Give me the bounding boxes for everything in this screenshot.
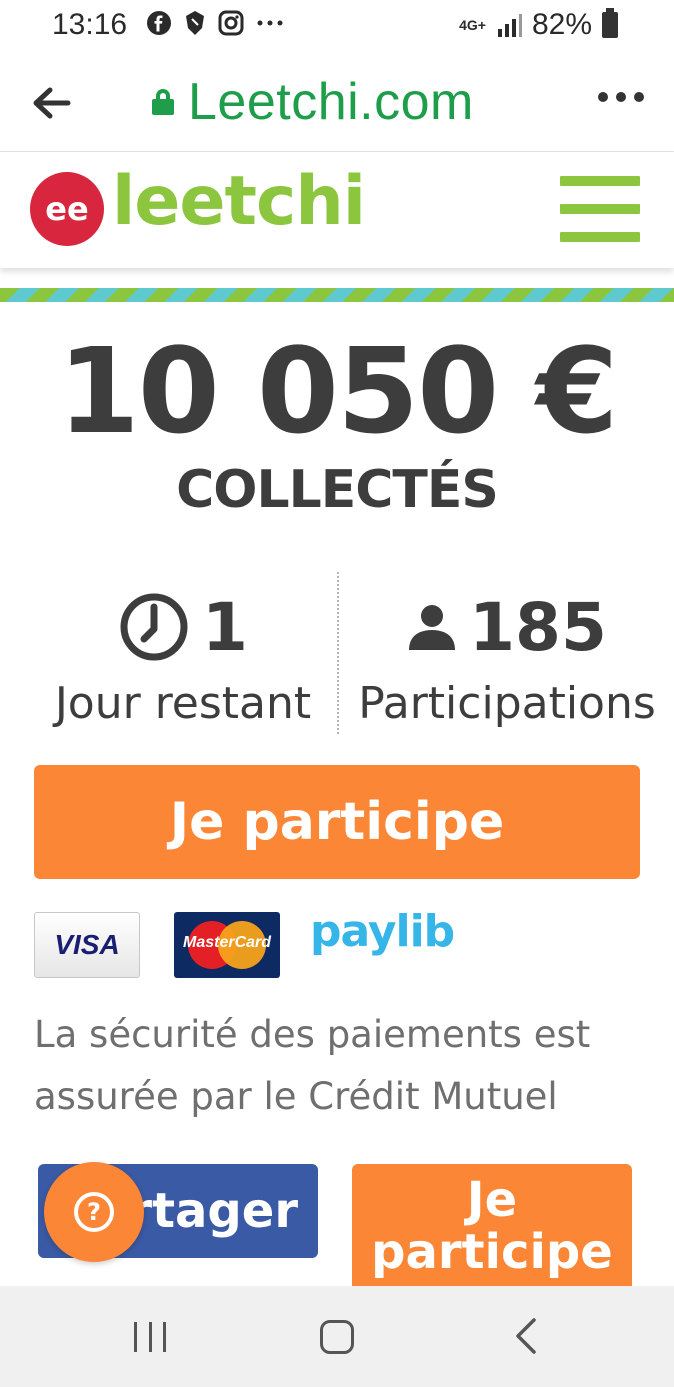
- shield-app-icon: [186, 11, 204, 35]
- dot-icon: [616, 92, 626, 102]
- leetchi-logo-text[interactable]: leetchi: [112, 162, 366, 241]
- participants-label: Participations: [358, 678, 656, 729]
- visa-logo: VISA: [34, 912, 140, 978]
- clock-icon: [120, 593, 188, 661]
- participants-value: 185: [469, 588, 607, 666]
- browser-toolbar: Leetchi.com: [0, 54, 674, 152]
- help-button[interactable]: ?: [44, 1162, 144, 1262]
- days-remaining-stat: 1 Jour restant: [30, 582, 336, 730]
- status-time: 13:16: [52, 8, 128, 41]
- dot-icon: [598, 92, 608, 102]
- instagram-icon: [218, 10, 244, 36]
- address-bar[interactable]: Leetchi.com: [152, 72, 474, 132]
- mastercard-text: MasterCard: [182, 934, 272, 951]
- status-bar: 13:16 4G+ 82%: [0, 0, 674, 54]
- system-navigation-bar: [0, 1286, 674, 1387]
- dot-icon: [634, 92, 644, 102]
- site-header: ee leetchi: [0, 152, 674, 268]
- logo-mark-text: ee: [45, 190, 89, 228]
- signal-icon: [497, 14, 522, 37]
- recent-apps-icon[interactable]: [134, 1322, 166, 1352]
- status-right: 4G+ 82%: [459, 8, 618, 42]
- browser-menu-button[interactable]: [598, 92, 644, 102]
- collected-amount: 10 050 €: [57, 322, 619, 460]
- notification-icons: [146, 10, 284, 36]
- battery-percentage: 82%: [531, 8, 592, 41]
- more-notifications-icon: [257, 20, 283, 26]
- stats-divider: [337, 572, 339, 734]
- home-icon[interactable]: [320, 1320, 354, 1354]
- back-arrow-icon[interactable]: [28, 80, 74, 126]
- visa-text: VISA: [54, 929, 120, 960]
- days-remaining-label: Jour restant: [54, 678, 312, 729]
- collected-label: COLLECTÉS: [176, 460, 499, 520]
- network-indicator: 4G+: [459, 17, 486, 33]
- participate-button[interactable]: Je participe: [34, 765, 640, 879]
- paylib-logo: paylib: [310, 906, 455, 957]
- facebook-icon: [147, 11, 171, 35]
- hamburger-menu-icon[interactable]: [560, 176, 640, 242]
- url-text: Leetchi.com: [188, 73, 474, 131]
- lock-icon: [152, 89, 174, 115]
- participate-button-secondary[interactable]: Je participe: [352, 1164, 632, 1286]
- participants-stat: 185 Participations: [340, 582, 674, 730]
- person-icon: [409, 605, 456, 650]
- question-icon: ?: [74, 1192, 114, 1232]
- days-remaining-value: 1: [202, 588, 248, 666]
- payment-security-text: La sécurité des paiements est assurée pa…: [34, 1013, 591, 1118]
- leetchi-logo-mark[interactable]: ee: [30, 172, 104, 246]
- mastercard-logo: MasterCard: [174, 912, 280, 978]
- battery-icon: [602, 8, 618, 38]
- decorative-stripe: [0, 288, 674, 302]
- nav-back-icon[interactable]: [512, 1316, 540, 1356]
